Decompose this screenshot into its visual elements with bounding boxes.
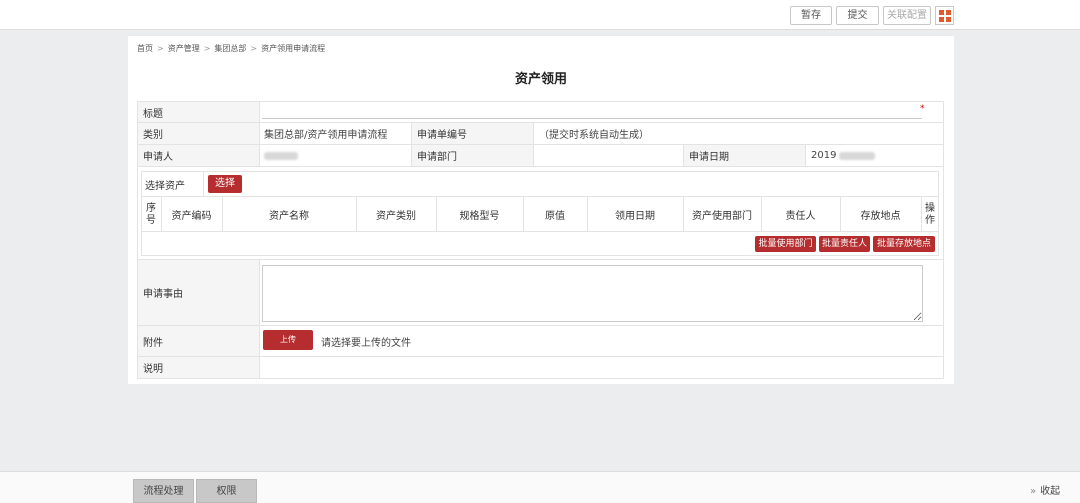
date-label: 申请日期 (684, 145, 805, 166)
subject-label: 标题 (138, 102, 259, 122)
upload-hint: 请选择要上传的文件 (321, 337, 411, 349)
save-draft-button[interactable]: 暂存 (790, 6, 832, 25)
batch-use-dept-button[interactable]: 批量使用部门 (755, 236, 816, 252)
col-spec: 规格型号 (459, 211, 500, 222)
double-chevron-icon: » (1030, 486, 1037, 497)
collapse-toggle[interactable]: » 收起 (1030, 482, 1060, 497)
col-use-dept: 资产使用部门 (692, 211, 752, 222)
breadcrumb-home[interactable]: 首页 (137, 44, 153, 53)
col-asset-type: 资产类别 (376, 211, 416, 222)
note-label: 说明 (138, 357, 259, 378)
related-config-button[interactable]: 关联配置 (883, 6, 931, 25)
date-value: 2019 (806, 145, 936, 166)
reason-label: 申请事由 (138, 260, 259, 325)
attachment-row: 附件 请选择要上传的文件 (137, 326, 944, 357)
batch-owner-button[interactable]: 批量责任人 (819, 236, 870, 252)
col-asset-code: 资产编码 (171, 211, 212, 222)
tab-permissions[interactable]: 权限 (196, 479, 257, 503)
col-original-value: 原值 (545, 211, 565, 222)
category-label: 类别 (138, 123, 259, 144)
note-row: 说明 (137, 357, 944, 379)
breadcrumb-hq[interactable]: 集团总部 (214, 44, 246, 53)
category-value: 集团总部/资产领用申请流程 (264, 130, 388, 141)
upload-button[interactable]: 上传 (263, 330, 313, 350)
col-seq: 序号 (146, 202, 156, 226)
batch-location-button[interactable]: 批量存放地点 (873, 236, 935, 252)
form-no-value: （提交时系统自动生成） (539, 130, 649, 141)
page-title: 资产领用 (514, 72, 567, 87)
col-location: 存放地点 (860, 211, 901, 222)
select-asset-button[interactable]: 选择 (208, 175, 242, 193)
submit-button[interactable]: 提交 (836, 6, 879, 25)
tab-workflow[interactable]: 流程处理 (133, 479, 194, 503)
applicant-label: 申请人 (138, 145, 259, 166)
dept-label: 申请部门 (412, 145, 533, 166)
select-asset-label: 选择资产 (141, 172, 204, 196)
col-actions: 操作 (925, 202, 935, 226)
applicant-value (259, 145, 411, 166)
breadcrumb: 首页 > 资产管理 > 集团总部 > 资产领用申请流程 (137, 44, 326, 53)
form-no-label: 申请单编号 (412, 123, 533, 144)
subject-input[interactable] (262, 103, 922, 119)
col-owner: 责任人 (785, 211, 816, 222)
col-asset-name: 资产名称 (269, 211, 309, 222)
attachment-label: 附件 (138, 326, 259, 356)
breadcrumb-current: 资产领用申请流程 (261, 44, 326, 53)
breadcrumb-asset-mgmt[interactable]: 资产管理 (168, 44, 200, 53)
category-row: 类别 集团总部/资产领用申请流程 申请单编号 （提交时系统自动生成） (137, 123, 944, 145)
grid-menu-icon[interactable] (935, 6, 954, 25)
applicant-row: 申请人 申请部门 申请日期 2019 (137, 145, 944, 167)
col-receive-date: 领用日期 (615, 211, 655, 222)
required-mark: * (920, 104, 925, 114)
reason-textarea[interactable] (262, 265, 923, 322)
